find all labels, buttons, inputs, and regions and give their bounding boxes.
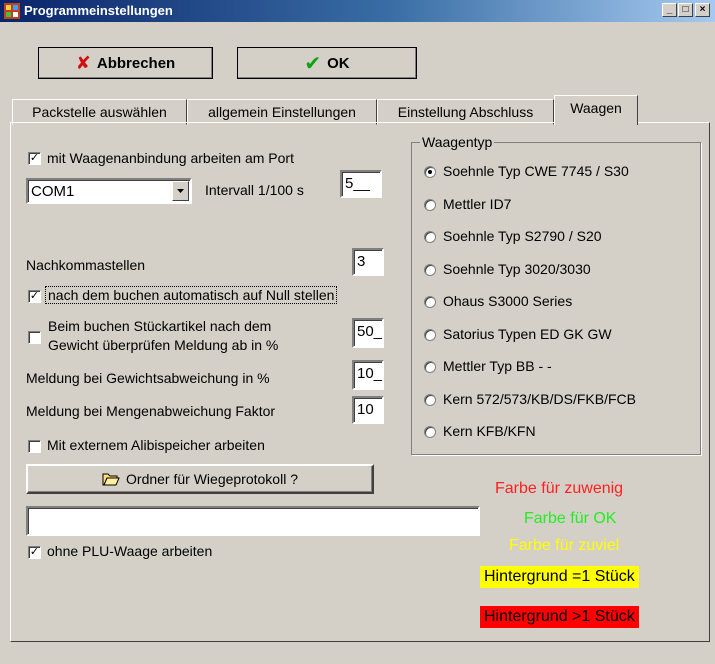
color-ok-label[interactable]: Farbe für OK bbox=[524, 510, 616, 528]
weight-deviation-value: 10_ bbox=[357, 365, 383, 382]
decimals-value: 3 bbox=[357, 253, 366, 270]
ok-button-label: OK bbox=[327, 54, 350, 72]
tab-waagen-label: Waagen bbox=[570, 100, 622, 116]
scale-type-label: Mettler Typ BB - - bbox=[443, 358, 552, 374]
scale-type-title: Waagentyp bbox=[420, 134, 495, 150]
decimals-input[interactable]: 3 bbox=[352, 248, 384, 276]
tab-abschluss-label: Einstellung Abschluss bbox=[397, 104, 534, 120]
cancel-button[interactable]: ✘ Abbrechen bbox=[38, 47, 213, 79]
color-too-little-label[interactable]: Farbe für zuwenig bbox=[495, 480, 623, 498]
folder-button[interactable]: Ordner für Wiegeprotokoll ? bbox=[26, 464, 374, 494]
weight-check-label-line2: Gewicht überprüfen Meldung ab in % bbox=[48, 337, 279, 353]
red-x-icon: ✘ bbox=[75, 52, 91, 73]
weight-deviation-input[interactable]: 10_ bbox=[352, 360, 384, 390]
scale-type-label: Satorius Typen ED GK GW bbox=[443, 325, 612, 342]
scale-type-radio[interactable] bbox=[424, 198, 436, 211]
scale-type-radio[interactable] bbox=[424, 166, 436, 178]
scale-type-radio[interactable] bbox=[424, 393, 436, 406]
interval-value: 5__ bbox=[345, 175, 371, 192]
radio-selected-dot bbox=[428, 170, 432, 174]
scale-type-radio[interactable] bbox=[424, 231, 436, 243]
scale-type-radio[interactable] bbox=[424, 426, 436, 438]
green-check-icon: ✔ bbox=[304, 52, 322, 75]
scale-port-label: mit Waagenanbindung arbeiten am Port bbox=[47, 150, 294, 166]
port-select[interactable]: COM1 bbox=[26, 178, 192, 204]
weight-check-label-line1: Beim buchen Stückartikel nach dem bbox=[48, 318, 272, 334]
scale-type-label: Mettler ID7 bbox=[443, 195, 512, 212]
port-select-value: COM1 bbox=[31, 183, 75, 200]
weight-check-value: 50_ bbox=[357, 323, 383, 340]
no-plu-checkbox[interactable]: ✓ bbox=[28, 546, 41, 559]
scale-type-label: Soehnle Typ S2790 / S20 bbox=[443, 228, 602, 244]
scale-type-radio[interactable] bbox=[424, 328, 436, 341]
weight-deviation-label: Meldung bei Gewichtsabweichung in % bbox=[26, 370, 270, 386]
no-plu-label: ohne PLU-Waage arbeiten bbox=[47, 543, 213, 559]
scale-type-label: Ohaus S3000 Series bbox=[443, 293, 573, 309]
tab-waagen[interactable]: Waagen bbox=[554, 95, 638, 125]
scale-type-label: Kern 572/573/KB/DS/FKB/FCB bbox=[443, 390, 636, 407]
auto-zero-label: nach dem buchen automatisch auf Null ste… bbox=[45, 286, 338, 304]
cancel-button-label: Abbrechen bbox=[96, 54, 176, 72]
auto-zero-checkbox[interactable]: ✓ bbox=[28, 290, 41, 303]
color-too-much-label[interactable]: Farbe für zuviel bbox=[509, 537, 619, 555]
title-bar: Programmeinstellungen _ □ × bbox=[0, 0, 715, 22]
alibi-checkbox[interactable] bbox=[28, 440, 41, 453]
interval-input[interactable]: 5__ bbox=[340, 170, 382, 198]
scale-type-label: Soehnle Typ CWE 7745 / S30 bbox=[443, 163, 629, 179]
folder-button-label: Ordner für Wiegeprotokoll ? bbox=[126, 471, 298, 487]
folder-open-icon bbox=[102, 473, 120, 486]
scale-type-radio[interactable] bbox=[424, 296, 436, 308]
quantity-deviation-input[interactable]: 10 bbox=[352, 396, 384, 424]
scale-type-radio[interactable] bbox=[424, 263, 436, 276]
window-title: Programmeinstellungen bbox=[24, 3, 173, 18]
weight-check-input[interactable]: 50_ bbox=[352, 318, 384, 348]
background-many-pieces-label[interactable]: Hintergrund >1 Stück bbox=[480, 606, 639, 628]
ok-button[interactable]: ✔ OK bbox=[237, 47, 417, 79]
quantity-deviation-value: 10 bbox=[357, 401, 374, 418]
minimize-button[interactable]: _ bbox=[662, 3, 677, 17]
close-button[interactable]: × bbox=[695, 3, 710, 17]
tab-packstelle-label: Packstelle auswählen bbox=[32, 104, 167, 120]
weight-check-checkbox[interactable] bbox=[28, 331, 41, 344]
folder-path-input[interactable] bbox=[26, 506, 480, 536]
alibi-label: Mit externem Alibispeicher arbeiten bbox=[47, 437, 265, 453]
scale-type-radio[interactable] bbox=[424, 361, 436, 373]
interval-label: Intervall 1/100 s bbox=[205, 182, 304, 198]
scale-type-label: Kern KFB/KFN bbox=[443, 423, 536, 439]
decimals-label: Nachkommastellen bbox=[26, 257, 146, 273]
maximize-button[interactable]: □ bbox=[678, 3, 693, 17]
background-one-piece-label[interactable]: Hintergrund =1 Stück bbox=[480, 566, 639, 588]
app-icon bbox=[4, 3, 20, 19]
scale-port-checkbox[interactable]: ✓ bbox=[28, 152, 41, 165]
chevron-down-icon[interactable] bbox=[172, 181, 189, 201]
tab-allgemein-label: allgemein Einstellungen bbox=[208, 104, 356, 120]
scale-type-label: Soehnle Typ 3020/3030 bbox=[443, 260, 591, 277]
quantity-deviation-label: Meldung bei Mengenabweichung Faktor bbox=[26, 403, 276, 419]
